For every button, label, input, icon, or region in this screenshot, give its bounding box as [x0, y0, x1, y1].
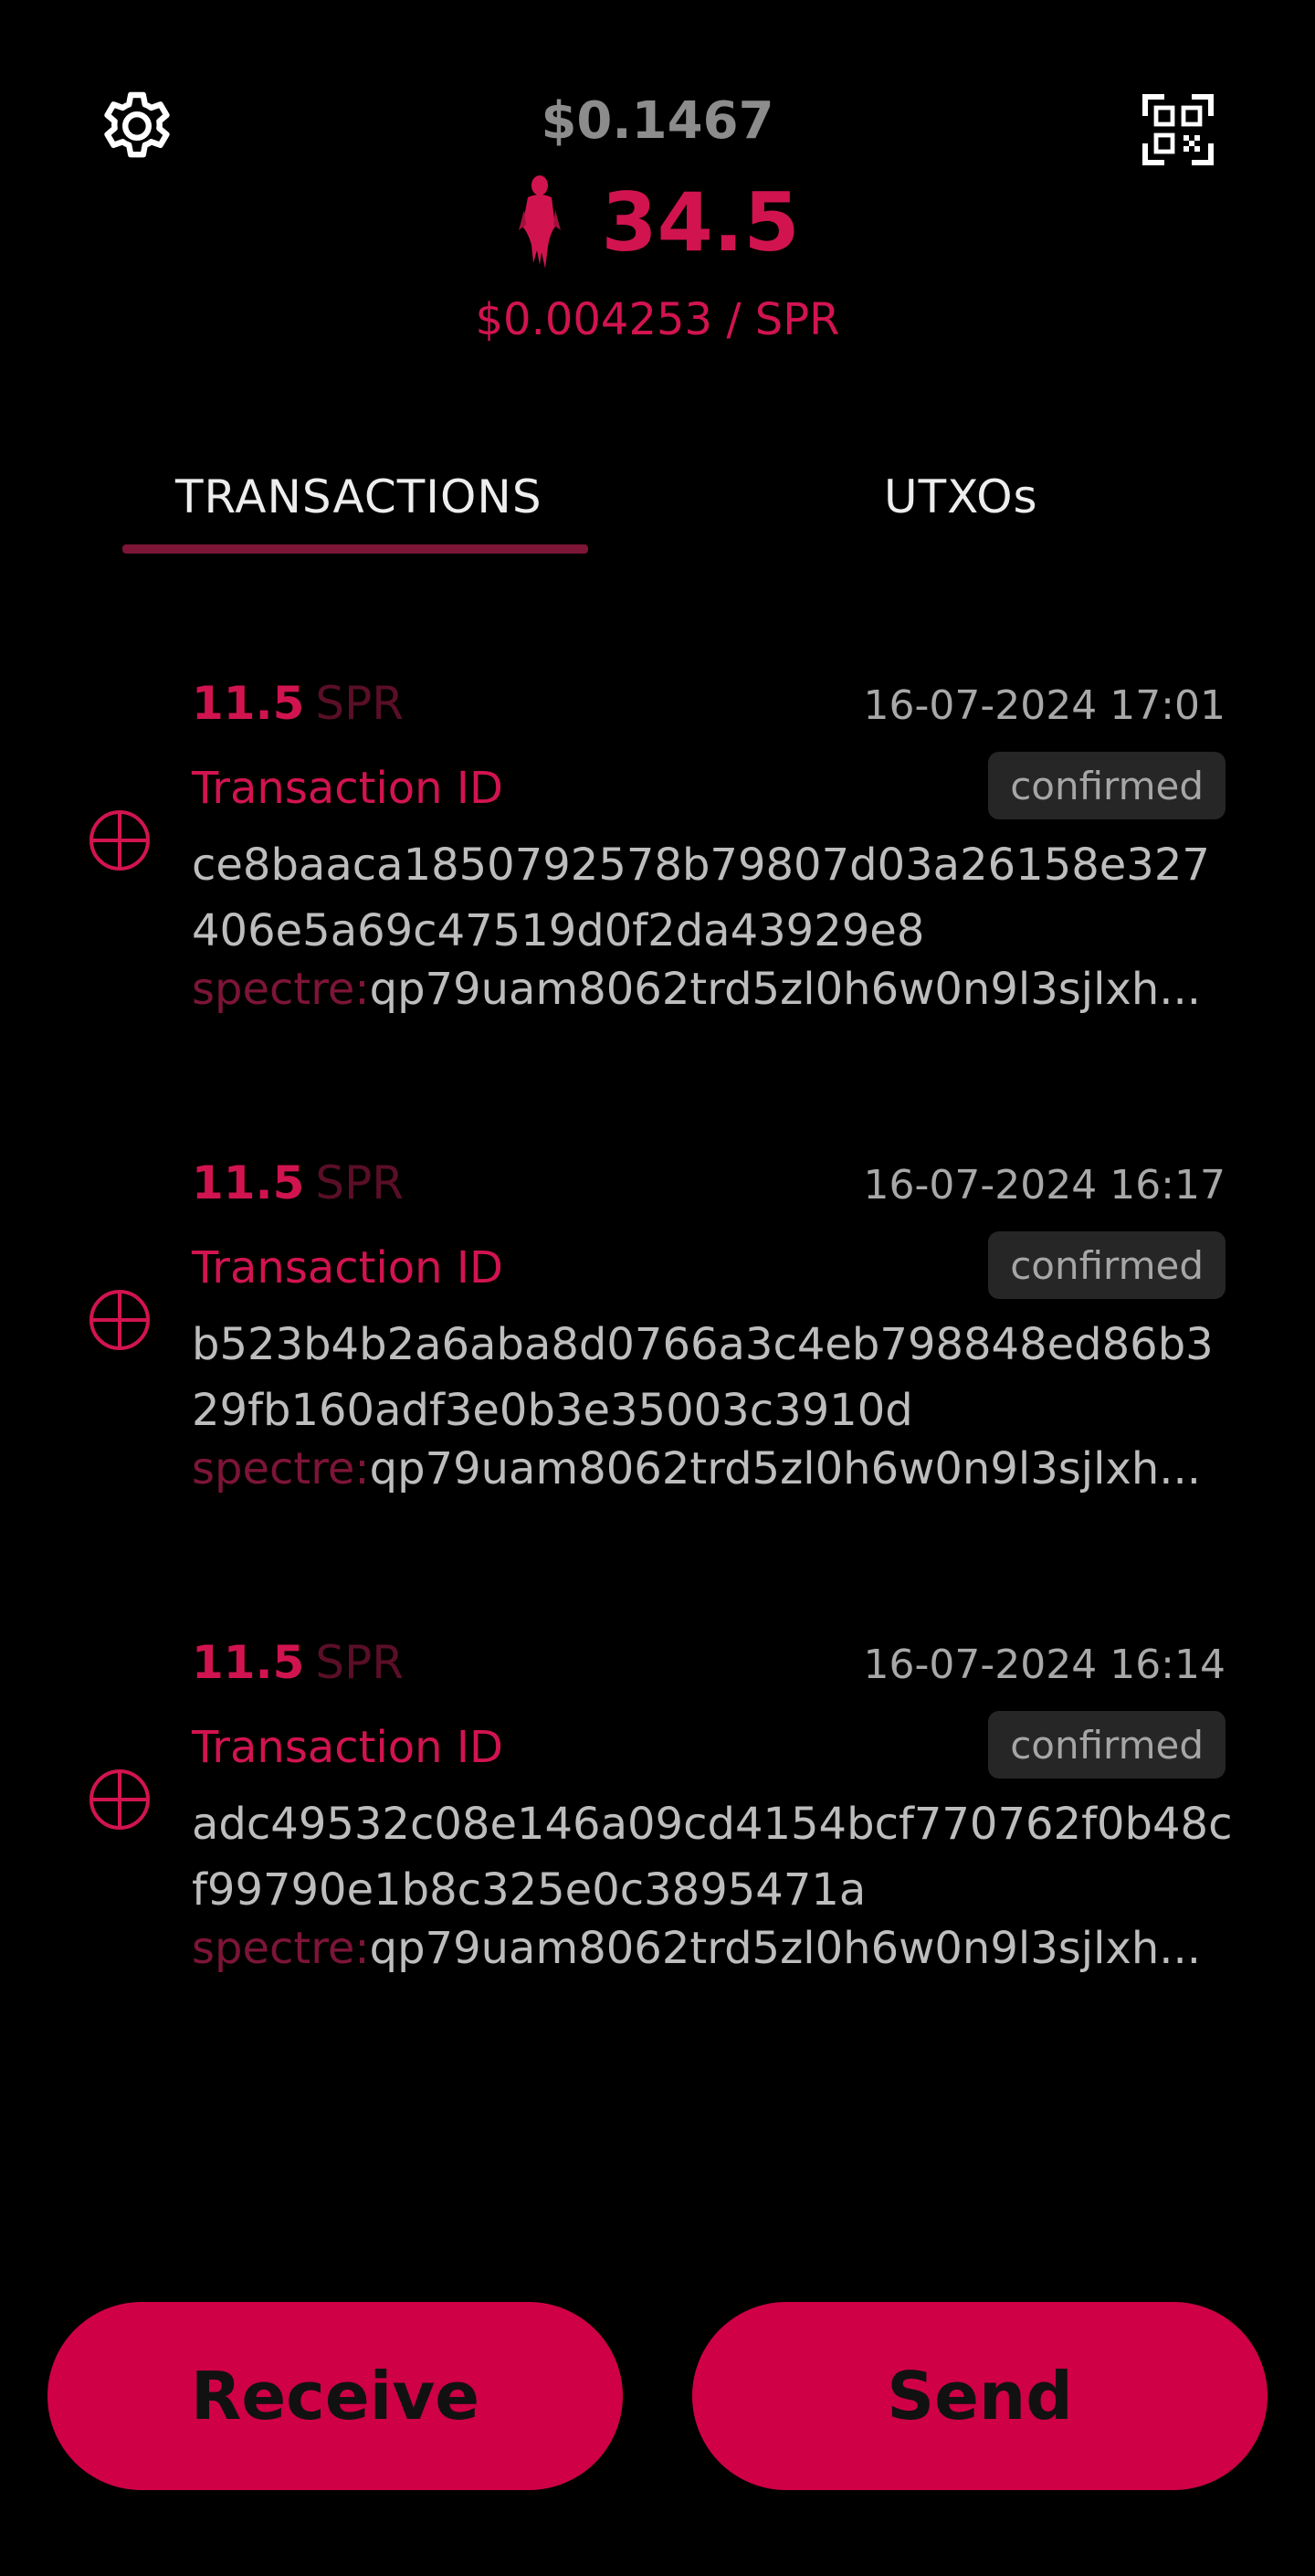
spectre-ghost-logo [519, 175, 562, 269]
status-badge: confirmed [988, 1711, 1226, 1779]
transaction-amount: 11.5 SPR [192, 1156, 405, 1209]
transaction-amount: 11.5 SPR [192, 1636, 405, 1689]
expand-plus-icon[interactable] [88, 1288, 152, 1352]
receive-button[interactable]: Receive [47, 2302, 623, 2490]
transaction-timestamp: 16-07-2024 17:01 [863, 682, 1226, 729]
address-value: qp79uam8062trd5zl0h6w0n9l3sjlxh... [369, 1923, 1202, 1974]
transaction-id-label: Transaction ID [192, 1722, 503, 1773]
address-value: qp79uam8062trd5zl0h6w0n9l3sjlxh... [369, 1443, 1202, 1494]
expand-plus-icon[interactable] [88, 808, 152, 872]
balance-row: 34.5 [0, 172, 1315, 272]
address-prefix: spectre: [192, 964, 370, 1015]
transaction-id-label: Transaction ID [192, 763, 503, 814]
transaction-item[interactable]: 11.5 SPR 16-07-2024 16:17 Transaction ID … [0, 1151, 1315, 1535]
status-badge: confirmed [988, 1231, 1226, 1299]
transaction-unit: SPR [315, 1156, 405, 1209]
status-badge: confirmed [988, 752, 1226, 819]
address-value: qp79uam8062trd5zl0h6w0n9l3sjlxh... [369, 964, 1202, 1015]
transaction-address[interactable]: spectre:qp79uam8062trd5zl0h6w0n9l3sjlxh.… [192, 964, 1215, 1015]
transaction-address[interactable]: spectre:qp79uam8062trd5zl0h6w0n9l3sjlxh.… [192, 1443, 1215, 1494]
active-tab-indicator [122, 544, 588, 554]
expand-plus-icon[interactable] [88, 1768, 152, 1832]
transaction-item[interactable]: 11.5 SPR 16-07-2024 17:01 Transaction ID … [0, 671, 1315, 1055]
transaction-id[interactable]: adc49532c08e146a09cd4154bcf770762f0b48cf… [192, 1791, 1233, 1923]
transaction-id-label: Transaction ID [192, 1242, 503, 1293]
tab-transactions[interactable]: TRANSACTIONS [175, 470, 542, 523]
transaction-address[interactable]: spectre:qp79uam8062trd5zl0h6w0n9l3sjlxh.… [192, 1923, 1215, 1974]
transaction-unit: SPR [315, 1636, 405, 1689]
tab-utxos[interactable]: UTXOs [884, 470, 1038, 523]
balance-usd: $0.1467 [541, 91, 774, 151]
address-prefix: spectre: [192, 1923, 370, 1974]
transaction-amount: 11.5 SPR [192, 677, 405, 730]
spr-price: $0.004253 / SPR [475, 294, 840, 345]
transaction-item[interactable]: 11.5 SPR 16-07-2024 16:14 Transaction ID … [0, 1631, 1315, 2014]
transaction-id[interactable]: b523b4b2a6aba8d0766a3c4eb798848ed86b329f… [192, 1312, 1233, 1443]
transaction-unit: SPR [315, 677, 405, 730]
address-prefix: spectre: [192, 1443, 370, 1494]
transaction-timestamp: 16-07-2024 16:17 [863, 1162, 1226, 1209]
send-button[interactable]: Send [692, 2302, 1268, 2490]
transaction-timestamp: 16-07-2024 16:14 [863, 1642, 1226, 1688]
balance-amount: 34.5 [601, 174, 800, 269]
transaction-id[interactable]: ce8baaca1850792578b79807d03a26158e327406… [192, 832, 1233, 964]
